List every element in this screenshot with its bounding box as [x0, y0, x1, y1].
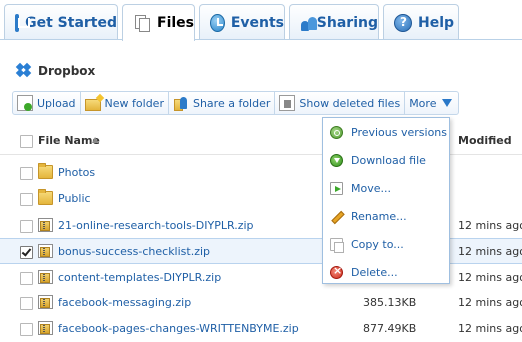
- share-folder-label: Share a folder: [192, 96, 271, 110]
- column-header-modified[interactable]: Modified: [458, 134, 512, 147]
- tab-label: Help: [418, 14, 455, 31]
- zip-file-icon: [38, 270, 53, 284]
- row-checkbox[interactable]: [20, 272, 33, 285]
- row-checkbox[interactable]: [20, 220, 33, 233]
- tab-label: Files: [157, 15, 194, 31]
- more-label: More: [409, 96, 437, 110]
- menu-item-label: Copy to...: [351, 237, 404, 251]
- file-modified: 12 mins ago: [458, 322, 522, 335]
- tab-events[interactable]: Events: [199, 4, 285, 40]
- menu-item-move[interactable]: Move...: [323, 174, 449, 202]
- move-icon: [330, 181, 343, 195]
- tab-files[interactable]: Files: [122, 4, 195, 41]
- rename-icon: [330, 209, 343, 223]
- breadcrumb: Dropbox: [15, 62, 96, 78]
- zip-file-icon: [38, 218, 53, 232]
- copy-icon: [330, 237, 344, 253]
- new-folder-label: New folder: [104, 96, 164, 110]
- upload-label: Upload: [37, 96, 76, 110]
- file-name-link[interactable]: Public: [58, 192, 91, 205]
- file-modified: 12 mins ago: [458, 296, 522, 309]
- menu-item-rename[interactable]: Rename...: [323, 202, 449, 230]
- column-header-file-name[interactable]: File Name: [38, 134, 100, 147]
- file-size: 385.13KB: [363, 296, 417, 309]
- menu-item-label: Rename...: [351, 209, 407, 223]
- menu-item-label: Download file: [351, 153, 426, 167]
- tab-label: Events: [230, 14, 284, 31]
- tab-get-started[interactable]: Get Started: [4, 4, 118, 40]
- share-folder-icon: [173, 95, 189, 111]
- table-row[interactable]: facebook-messaging.zip 385.13KB 12 mins …: [0, 290, 522, 316]
- show-deleted-label: Show deleted files: [299, 96, 401, 110]
- new-folder-icon: [84, 98, 101, 111]
- sort-ascending-icon: ▲: [92, 135, 99, 144]
- file-name-link[interactable]: Photos: [58, 166, 95, 179]
- menu-item-label: Move...: [351, 181, 391, 195]
- show-deleted-files-button[interactable]: Show deleted files: [274, 91, 406, 115]
- more-button[interactable]: More: [404, 91, 460, 115]
- row-checkbox[interactable]: [20, 297, 33, 310]
- page-title: Dropbox: [38, 64, 96, 78]
- sharing-icon: [300, 14, 317, 32]
- help-icon: [394, 13, 412, 32]
- file-name-link[interactable]: 21-online-research-tools-DIYPLR.zip: [58, 219, 254, 232]
- select-all-checkbox[interactable]: [20, 135, 33, 148]
- row-checkbox-checked[interactable]: [20, 246, 33, 259]
- download-icon: [330, 153, 343, 167]
- tab-label: Get Started: [25, 14, 117, 31]
- menu-item-copy-to[interactable]: Copy to...: [323, 230, 449, 258]
- menu-item-label: Previous versions: [351, 125, 448, 139]
- toolbar: Upload New folder Share a folder Show de…: [12, 91, 460, 117]
- file-modified: 12 mins ago: [458, 219, 522, 232]
- menu-item-download-file[interactable]: Download file: [323, 146, 449, 174]
- zip-file-icon: [38, 295, 53, 309]
- row-checkbox[interactable]: [20, 167, 33, 180]
- file-name-link[interactable]: facebook-messaging.zip: [58, 296, 191, 309]
- table-row[interactable]: facebook-pages-changes-WRITTENBYME.zip 8…: [0, 316, 522, 342]
- files-icon: [133, 14, 151, 32]
- menu-item-delete[interactable]: Delete...: [323, 258, 449, 286]
- new-folder-button[interactable]: New folder: [79, 91, 169, 115]
- file-name-link[interactable]: bonus-success-checklist.zip: [58, 245, 210, 258]
- zip-file-icon: [38, 244, 53, 258]
- menu-item-previous-versions[interactable]: Previous versions: [323, 118, 449, 146]
- tab-help[interactable]: Help: [383, 4, 459, 40]
- deleted-files-icon: [279, 95, 296, 111]
- file-name-link[interactable]: content-templates-DIYPLR.zip: [58, 271, 221, 284]
- share-folder-button[interactable]: Share a folder: [167, 91, 276, 115]
- file-name-link[interactable]: facebook-pages-changes-WRITTENBYME.zip: [58, 322, 299, 335]
- chevron-down-icon: [442, 99, 453, 107]
- tab-sharing[interactable]: Sharing: [289, 4, 379, 40]
- menu-item-label: Delete...: [351, 265, 398, 279]
- upload-button[interactable]: Upload: [12, 91, 81, 115]
- folder-icon: [38, 163, 53, 179]
- dropbox-icon: [15, 62, 32, 78]
- zip-file-icon: [38, 321, 53, 335]
- file-modified: 12 mins ago: [458, 271, 522, 284]
- tab-label: Sharing: [316, 14, 378, 31]
- more-dropdown-menu: Previous versions Download file Move... …: [322, 117, 450, 284]
- get-started-icon: [15, 13, 31, 32]
- previous-versions-icon: [330, 125, 343, 139]
- file-size: 877.49KB: [363, 322, 417, 335]
- row-checkbox[interactable]: [20, 193, 33, 206]
- upload-icon: [17, 95, 33, 111]
- folder-icon: [38, 189, 53, 205]
- tab-bar: Get Started Files Events Sharing Help: [0, 0, 522, 41]
- events-icon: [210, 13, 225, 32]
- delete-icon: [330, 264, 343, 279]
- file-modified: 12 mins ago: [458, 245, 522, 258]
